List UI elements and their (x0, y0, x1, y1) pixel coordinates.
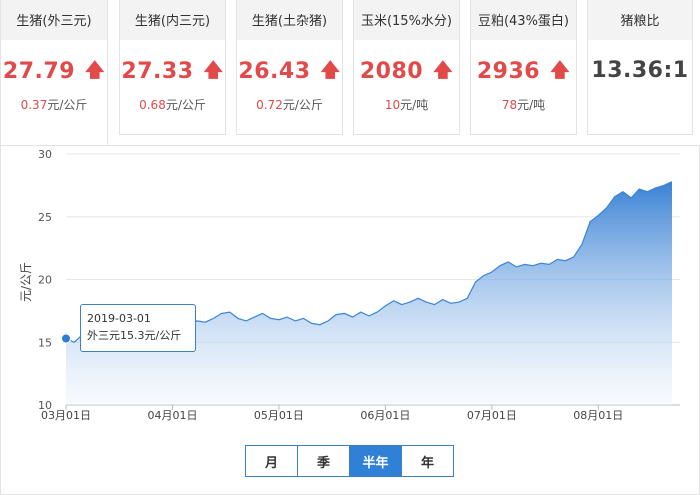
card-price: 26.43 🡅 (237, 58, 342, 90)
card-title: 生猪(内三元) (134, 14, 211, 29)
card-title: 玉米(15%水分) (360, 14, 453, 29)
card-price: 27.79 🡅 (1, 58, 107, 90)
card-title: 生猪(外三元) (16, 14, 92, 29)
card-title: 豆粕(43%蛋白) (477, 14, 570, 29)
card-change: 78元/吨 (501, 98, 546, 112)
arrow-up-icon: 🡅 (320, 59, 341, 81)
chart-tooltip: 2019-03-01 外三元15.3元/公斤 (80, 304, 196, 352)
period-month-button[interactable]: 月 (246, 446, 298, 476)
card-pig-inner[interactable]: 生猪(内三元) 27.33 🡅 0.68元/公斤 (119, 0, 226, 135)
card-pig-outer[interactable]: 生猪(外三元) 27.79 🡅 0.37元/公斤 (0, 0, 108, 145)
period-year-button[interactable]: 年 (402, 446, 453, 476)
price-cards: 生猪(外三元) 27.79 🡅 0.37元/公斤 生猪(内三元) 27.33 🡅 0… (0, 0, 700, 145)
card-ratio: 13.36:1 (591, 58, 689, 83)
period-halfyear-button[interactable]: 半年 (350, 446, 402, 476)
arrow-up-icon: 🡅 (85, 59, 106, 81)
period-quarter-button[interactable]: 季 (298, 446, 350, 476)
card-soymeal[interactable]: 豆粕(43%蛋白) 2936 🡅 78元/吨 (470, 0, 577, 135)
card-pig-local[interactable]: 生猪(土杂猪) 26.43 🡅 0.72元/公斤 (236, 0, 343, 135)
card-price: 2936 🡅 (471, 58, 576, 90)
card-pig-grain-ratio[interactable]: 猪粮比 13.36:1 (587, 0, 693, 135)
arrow-up-icon: 🡅 (433, 59, 454, 81)
card-change: 0.68元/公斤 (139, 98, 206, 112)
card-change: 0.37元/公斤 (20, 98, 88, 112)
tooltip-date: 2019-03-01 (87, 312, 151, 325)
card-price: 2080 🡅 (354, 58, 459, 90)
period-selector: 月 季 半年 年 (245, 445, 454, 477)
card-title: 猪粮比 (620, 14, 660, 29)
arrow-up-icon: 🡅 (203, 59, 224, 81)
card-change: 10元/吨 (384, 98, 429, 112)
card-corn[interactable]: 玉米(15%水分) 2080 🡅 10元/吨 (353, 0, 460, 135)
tooltip-value: 外三元15.3元/公斤 (87, 329, 182, 342)
card-change: 0.72元/公斤 (256, 98, 323, 112)
card-price: 27.33 🡅 (120, 58, 225, 90)
card-title: 生猪(土杂猪) (251, 14, 328, 29)
arrow-up-icon: 🡅 (550, 59, 571, 81)
